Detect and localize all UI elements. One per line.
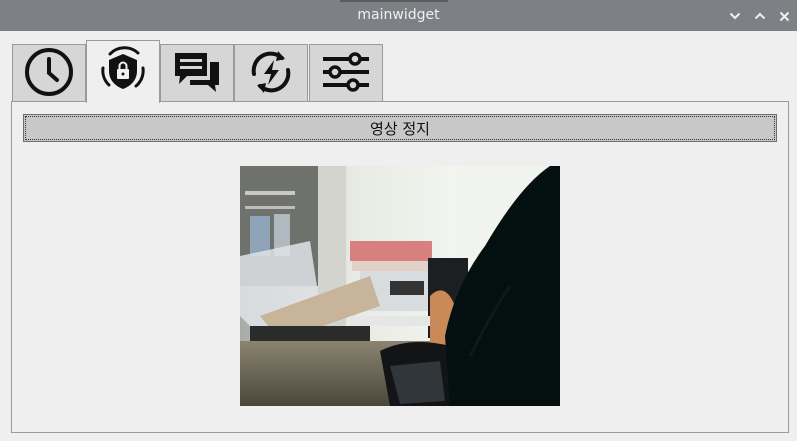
camera-video-frame — [240, 166, 560, 406]
refresh-bolt-icon — [244, 45, 298, 103]
tab-settings[interactable] — [309, 44, 383, 102]
title-bar[interactable]: mainwidget — [0, 0, 797, 31]
minimize-icon — [729, 12, 741, 20]
clock-icon — [22, 45, 76, 103]
title-bar-accent — [340, 0, 448, 2]
stop-video-button[interactable]: 영상 정지 — [23, 114, 777, 142]
maximize-icon — [754, 12, 766, 20]
tab-power-refresh[interactable] — [234, 44, 308, 102]
tab-security[interactable] — [86, 40, 160, 103]
sliders-icon — [319, 45, 373, 103]
close-icon — [779, 11, 790, 22]
camera-image — [240, 166, 560, 406]
window-title: mainwidget — [357, 7, 440, 23]
tab-messages[interactable] — [160, 44, 234, 102]
main-window: mainwidget 영상 정지 — [0, 0, 797, 441]
tab-clock[interactable] — [12, 44, 86, 102]
minimize-button[interactable] — [725, 6, 745, 26]
security-tab-panel: 영상 정지 — [11, 101, 789, 433]
close-button[interactable] — [774, 6, 794, 26]
shield-lock-icon — [96, 43, 150, 101]
maximize-button[interactable] — [750, 6, 770, 26]
chat-bubbles-icon — [170, 45, 224, 103]
